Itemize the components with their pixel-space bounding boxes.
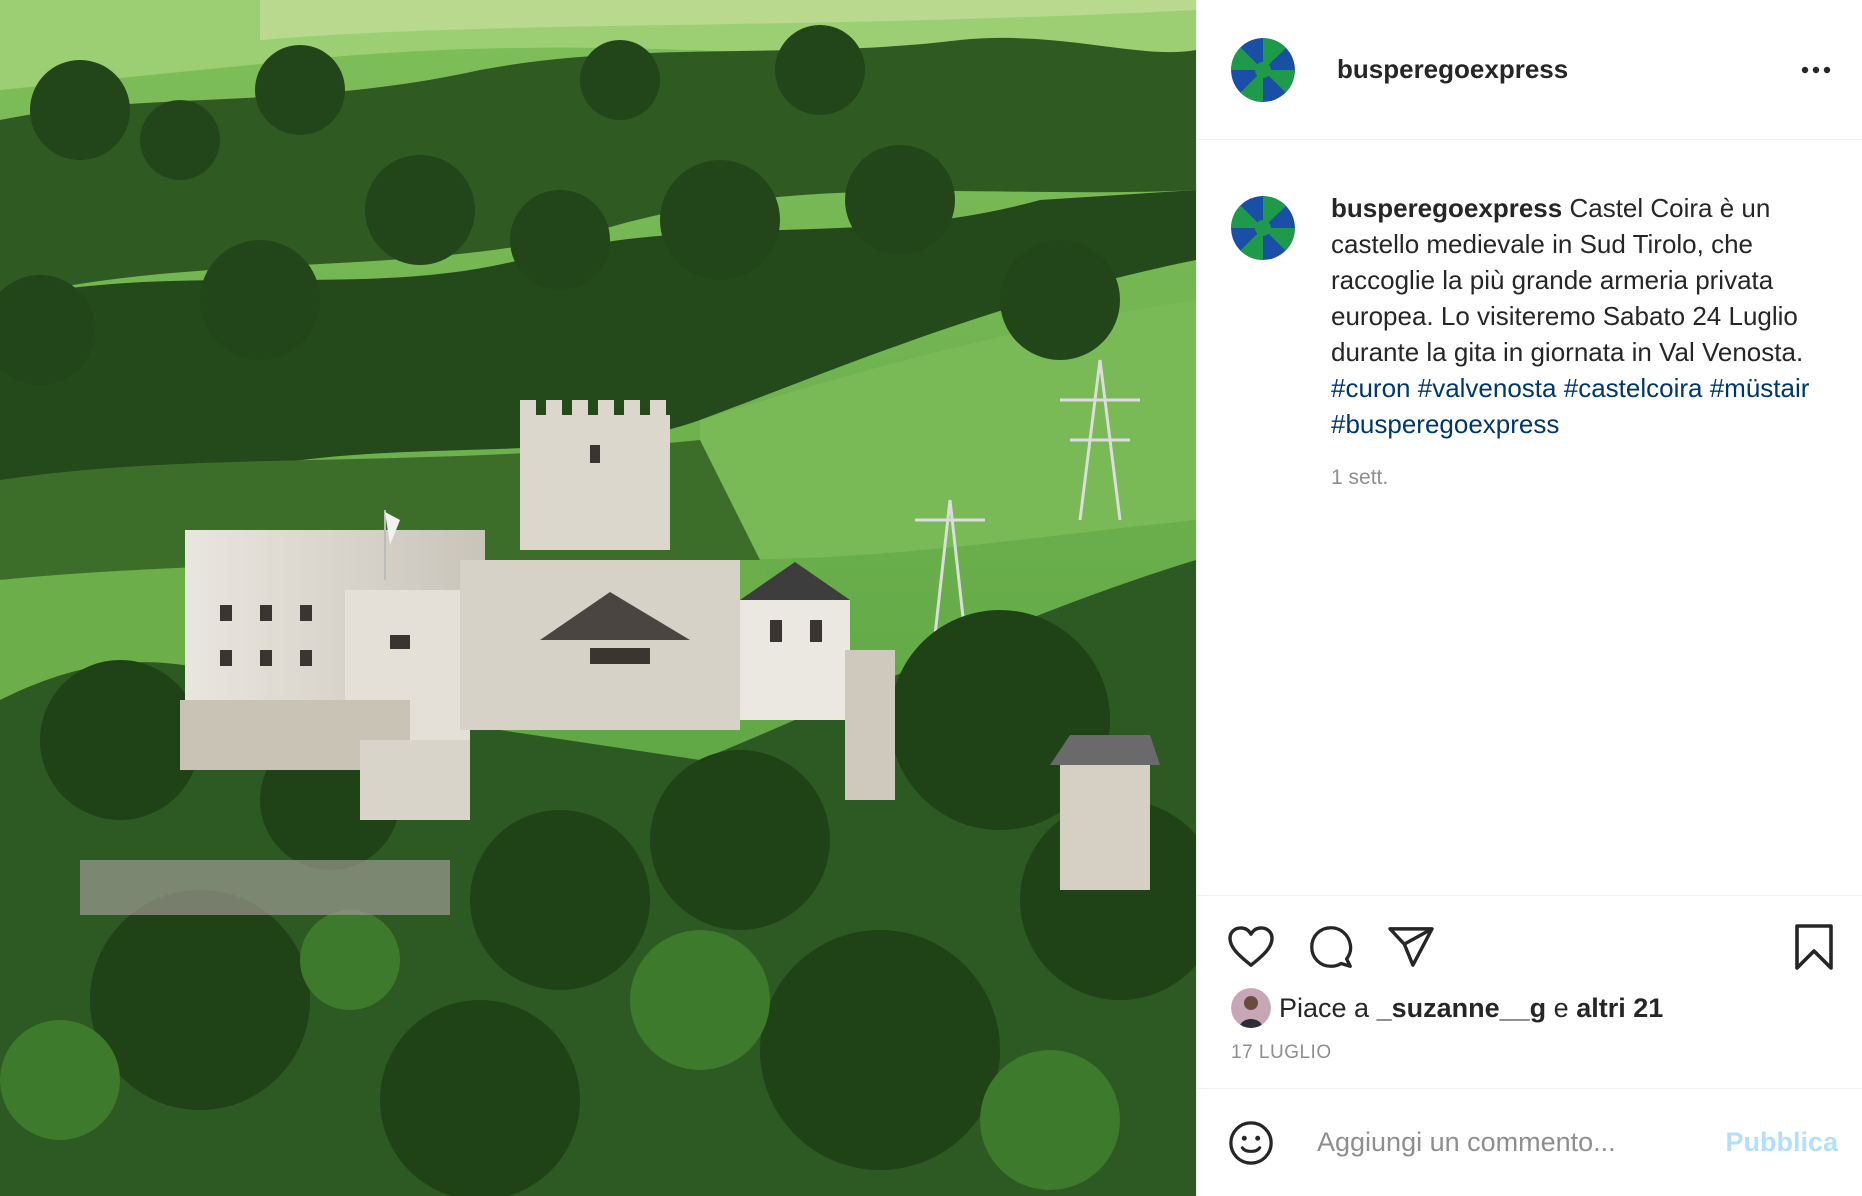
hashtag-link[interactable]: #müstair (1710, 373, 1810, 403)
hashtag-link[interactable]: #valvenosta (1418, 373, 1557, 403)
post-date[interactable]: 17 LUGLIO (1197, 1028, 1862, 1064)
caption-block: busperegoexpress Castel Coira è un caste… (1331, 190, 1831, 895)
header-username[interactable]: busperegoexpress (1337, 54, 1568, 85)
more-options-icon[interactable] (1796, 55, 1836, 85)
heart-icon[interactable] (1223, 919, 1279, 975)
action-bar (1197, 896, 1862, 976)
liker-avatar[interactable] (1231, 988, 1271, 1028)
caption-timestamp[interactable]: 1 sett. (1331, 466, 1831, 490)
castle-landscape-image (0, 0, 1196, 1196)
liker-username[interactable]: _suzanne__g (1377, 993, 1547, 1024)
paper-plane-icon[interactable] (1383, 919, 1439, 975)
actions-section: Piace a _suzanne__g e altri 21 17 LUGLIO (1197, 895, 1862, 1088)
hashtag-list: #curon #valvenosta #castelcoira #müstair… (1331, 370, 1831, 442)
hashtag-link[interactable]: #castelcoira (1564, 373, 1703, 403)
hashtag-link[interactable]: #curon (1331, 373, 1411, 403)
likes-joiner: e (1553, 992, 1569, 1023)
caption-area: busperegoexpress Castel Coira è un caste… (1197, 140, 1862, 895)
comment-composer: Pubblica (1197, 1088, 1862, 1196)
comment-bubble-icon[interactable] (1303, 919, 1359, 975)
likes-summary: Piace a _suzanne__g e altri 21 (1197, 976, 1862, 1028)
likes-prefix: Piace a (1279, 992, 1370, 1023)
publish-button[interactable]: Pubblica (1725, 1127, 1838, 1158)
instagram-post: busperegoexpress busperegoexpress Castel… (0, 0, 1862, 1196)
caption-avatar[interactable] (1231, 196, 1295, 260)
likes-others[interactable]: altri 21 (1576, 993, 1663, 1024)
caption-username[interactable]: busperegoexpress (1331, 193, 1562, 223)
post-header: busperegoexpress (1197, 0, 1862, 140)
hashtag-link[interactable]: #busperegoexpress (1331, 409, 1559, 439)
post-photo[interactable] (0, 0, 1196, 1196)
profile-avatar[interactable] (1231, 37, 1295, 102)
post-side-panel: busperegoexpress busperegoexpress Castel… (1196, 0, 1862, 1196)
comment-input[interactable] (1315, 1126, 1726, 1159)
smiley-icon[interactable] (1225, 1117, 1277, 1169)
caption-text: busperegoexpress Castel Coira è un caste… (1331, 190, 1831, 370)
bookmark-icon[interactable] (1786, 919, 1842, 975)
